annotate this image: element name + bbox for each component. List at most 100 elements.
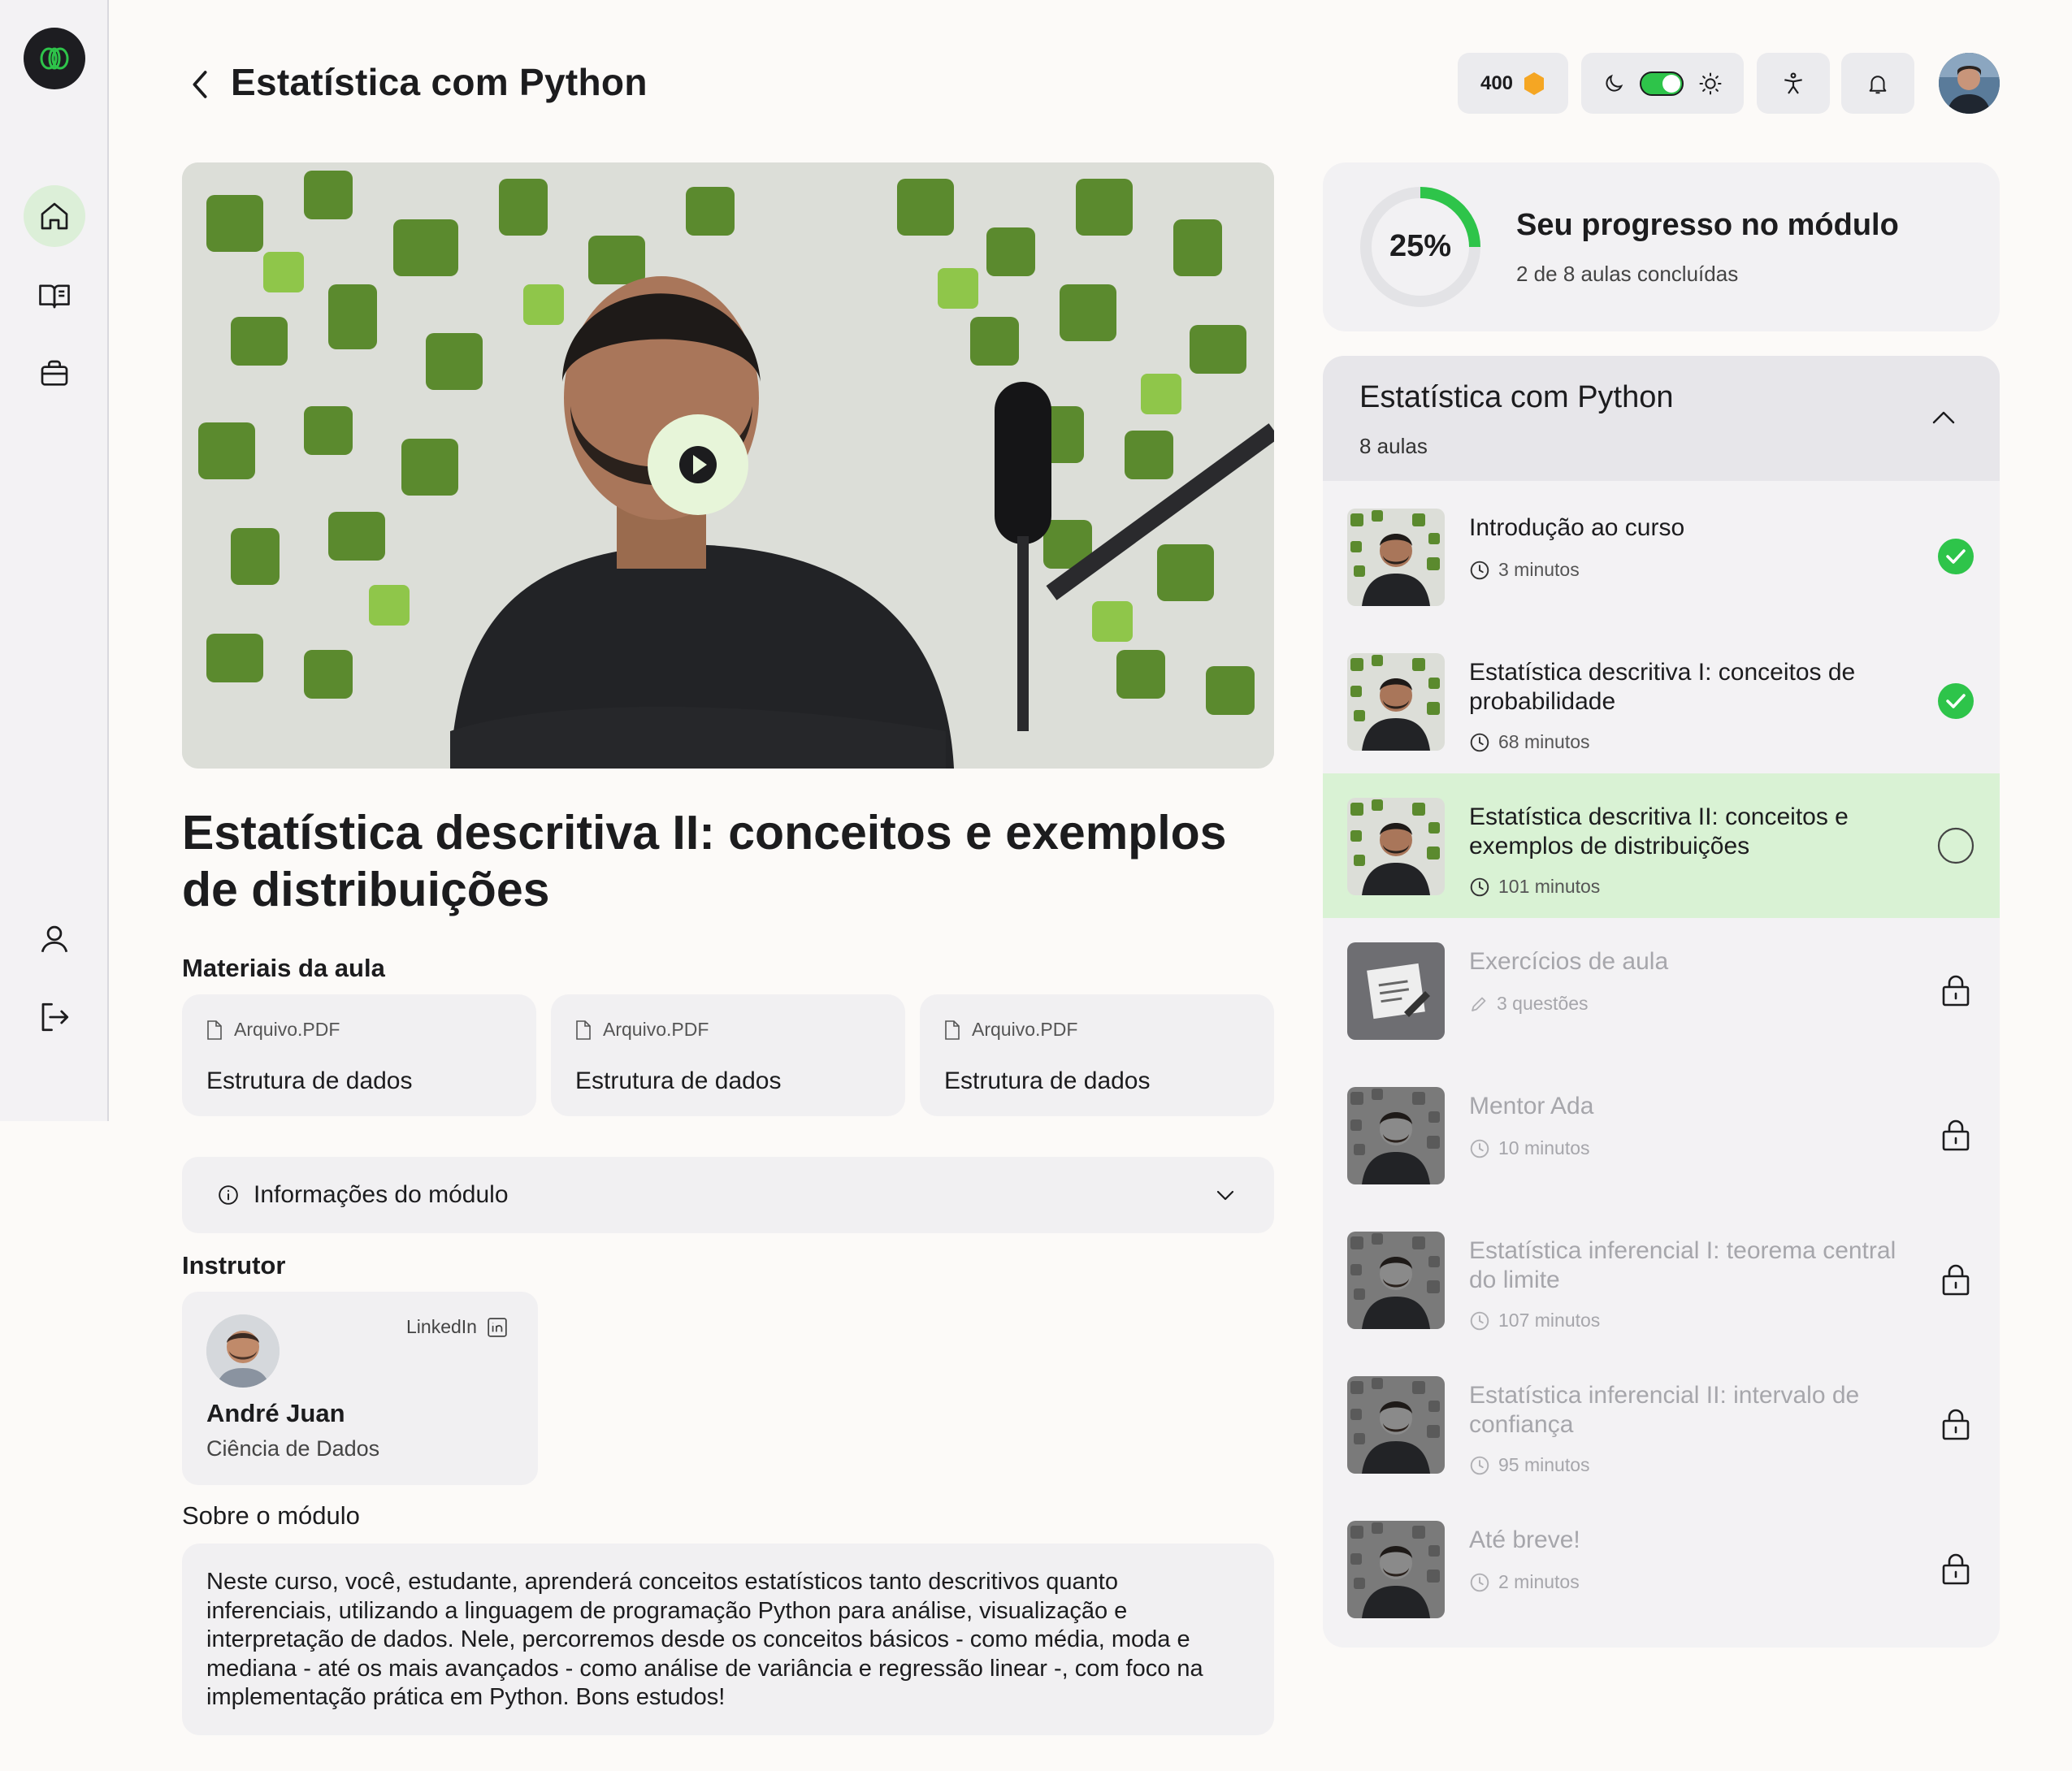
lesson-meta: 2 minutos: [1469, 1571, 1580, 1593]
nav-profile-button[interactable]: [24, 908, 85, 970]
lesson-item[interactable]: Estatística descritiva I: conceitos de p…: [1323, 629, 2000, 773]
lesson-title: Exercícios de aula: [1469, 948, 1669, 975]
module-header[interactable]: Estatística com Python 8 aulas: [1323, 356, 2000, 481]
clock-icon: [1470, 1139, 1489, 1158]
sidebar: [0, 0, 109, 1121]
material-card[interactable]: Arquivo.PDF Estrutura de dados: [551, 994, 905, 1116]
lesson-thumbnail: [1347, 798, 1445, 895]
lesson-thumbnail: [1347, 942, 1445, 1040]
progress-subtitle: 2 de 8 aulas concluídas: [1516, 262, 1739, 286]
nav-jobs-button[interactable]: [24, 343, 85, 405]
lesson-duration: 107 minutos: [1498, 1310, 1601, 1331]
lock-icon: [1942, 1119, 1970, 1151]
instructor-avatar: [206, 1314, 280, 1388]
lesson-item[interactable]: Até breve! 2 minutos: [1323, 1496, 2000, 1641]
progress-card: 25% Seu progresso no módulo 2 de 8 aulas…: [1323, 162, 2000, 331]
lock-icon: [1942, 1553, 1970, 1585]
material-name: Estrutura de dados: [944, 1067, 1151, 1094]
lesson-meta: 3 questões: [1469, 993, 1589, 1015]
nav-logout-button[interactable]: [24, 986, 85, 1048]
video-player[interactable]: [182, 162, 1274, 769]
material-type: Arquivo.PDF: [603, 1019, 709, 1040]
lesson-thumbnail: [1347, 1521, 1445, 1618]
book-icon: [39, 284, 70, 309]
theme-toggle[interactable]: [1581, 53, 1744, 114]
file-icon: [945, 1020, 960, 1040]
check-circle-icon: [1938, 539, 1974, 574]
user-avatar[interactable]: [1939, 53, 2000, 114]
nav-home-button[interactable]: [24, 185, 85, 247]
bell-icon: [1869, 75, 1887, 93]
lesson-meta: 95 minutos: [1469, 1454, 1590, 1476]
module-lesson-count: 8 aulas: [1359, 434, 1428, 458]
lesson-item[interactable]: Estatística inferencial II: intervalo de…: [1323, 1352, 2000, 1496]
lesson-duration: 95 minutos: [1498, 1454, 1590, 1475]
lesson-item[interactable]: Exercícios de aula 3 questões: [1323, 918, 2000, 1063]
lock-icon: [1942, 1409, 1970, 1440]
play-button[interactable]: [648, 414, 748, 515]
pencil-icon: [1472, 997, 1486, 1011]
lesson-status: [1936, 682, 1975, 721]
lesson-meta: 3 minutos: [1469, 559, 1580, 581]
clock-icon: [1470, 877, 1489, 896]
lesson-title: Estatística descritiva II: conceitos e e…: [182, 806, 1227, 916]
material-card[interactable]: Arquivo.PDF Estrutura de dados: [182, 994, 536, 1116]
linkedin-link[interactable]: LinkedIn: [406, 1316, 508, 1338]
notifications-button[interactable]: [1841, 53, 1914, 114]
lesson-status: [1936, 1549, 1975, 1588]
back-button[interactable]: [184, 67, 216, 102]
instructor-name: André Juan: [206, 1399, 345, 1427]
clock-icon: [1470, 1573, 1489, 1591]
sun-icon: [1699, 72, 1722, 94]
lesson-title: Estatística descritiva II: conceitos e e…: [1469, 803, 1849, 860]
module-info-accordion[interactable]: Informações do módulo: [182, 1157, 1274, 1233]
lesson-title: Mentor Ada: [1469, 1093, 1594, 1119]
lesson-meta: 10 minutos: [1469, 1137, 1590, 1159]
nav-courses-button[interactable]: [24, 265, 85, 327]
lesson-thumbnail: [1347, 653, 1445, 751]
empty-circle-icon: [1937, 827, 1974, 864]
lesson-status: [1936, 826, 1975, 865]
lesson-meta: 101 minutos: [1469, 876, 1600, 898]
linkedin-label: LinkedIn: [406, 1316, 477, 1337]
lesson-duration: 3 questões: [1497, 993, 1589, 1014]
back-arrow-icon: [193, 71, 207, 98]
lesson-item[interactable]: Mentor Ada 10 minutos: [1323, 1063, 2000, 1207]
logo-icon[interactable]: [24, 28, 85, 89]
material-type: Arquivo.PDF: [972, 1019, 1078, 1040]
logout-icon: [41, 1002, 69, 1032]
file-icon: [207, 1020, 222, 1040]
lesson-status: [1936, 1260, 1975, 1299]
play-icon: [679, 446, 717, 483]
lesson-duration: 10 minutos: [1498, 1137, 1590, 1158]
lesson-status: [1936, 537, 1975, 576]
accessibility-button[interactable]: [1757, 53, 1830, 114]
lesson-title: Estatística inferencial II: intervalo de…: [1469, 1382, 1860, 1438]
lesson-item[interactable]: Estatística descritiva II: conceitos e e…: [1323, 773, 2000, 918]
lesson-thumbnail: [1347, 1087, 1445, 1184]
coins-badge[interactable]: 400: [1458, 53, 1568, 114]
toggle-switch[interactable]: [1640, 71, 1684, 96]
lesson-thumbnail: [1347, 1376, 1445, 1474]
briefcase-icon: [41, 360, 68, 386]
material-card[interactable]: Arquivo.PDF Estrutura de dados: [920, 994, 1274, 1116]
progress-percent: 25%: [1389, 229, 1452, 263]
lesson-status: [1936, 1115, 1975, 1154]
file-icon: [576, 1020, 591, 1040]
module-lessons-panel: Estatística com Python 8 aulas Introduçã…: [1323, 356, 2000, 1648]
module-title: Estatística com Python: [1359, 380, 1674, 414]
lesson-item[interactable]: Introdução ao curso 3 minutos: [1323, 484, 2000, 629]
lesson-item[interactable]: Estatística inferencial I: teorema centr…: [1323, 1207, 2000, 1352]
chevron-up-icon[interactable]: [1929, 406, 1958, 429]
progress-title: Seu progresso no módulo: [1516, 208, 1899, 242]
lesson-duration: 3 minutos: [1498, 559, 1580, 580]
clock-icon: [1470, 1456, 1489, 1474]
lesson-meta: 68 minutos: [1469, 731, 1590, 753]
module-info-label: Informações do módulo: [254, 1181, 509, 1208]
lesson-status: [1936, 971, 1975, 1010]
instructor-area: Ciência de Dados: [206, 1436, 380, 1461]
lesson-duration: 2 minutos: [1498, 1571, 1580, 1592]
material-type: Arquivo.PDF: [234, 1019, 340, 1040]
lesson-meta: 107 minutos: [1469, 1310, 1600, 1331]
material-name: Estrutura de dados: [206, 1067, 413, 1094]
